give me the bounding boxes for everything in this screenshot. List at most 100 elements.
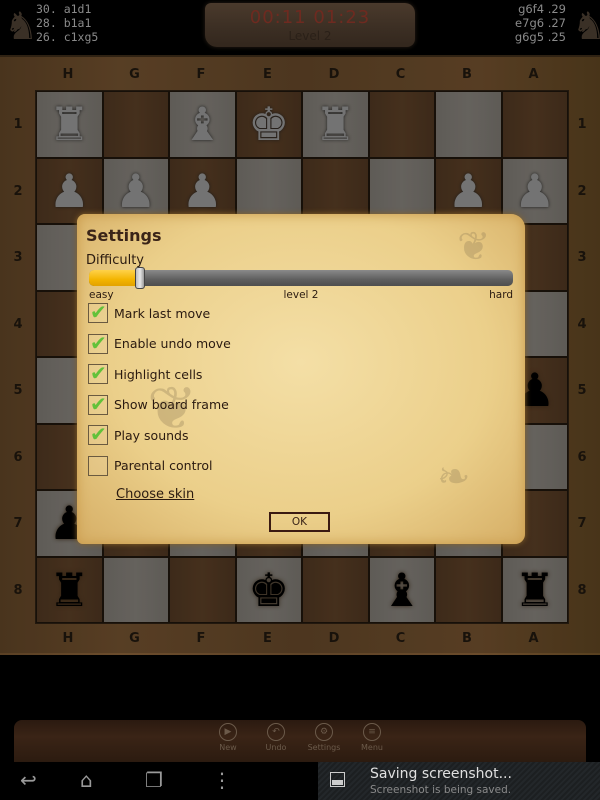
board-square[interactable] xyxy=(435,556,502,623)
menu-button[interactable]: ≡ Menu xyxy=(347,723,397,752)
move-entry: 30. a1d1 xyxy=(36,2,92,16)
checkmark-icon: ✔ xyxy=(90,422,107,446)
board-square[interactable] xyxy=(169,556,236,623)
settings-button[interactable]: ⚙ Settings xyxy=(299,723,349,752)
undo-button[interactable]: ↶ Undo xyxy=(251,723,301,752)
rank-label: 1 xyxy=(577,117,587,132)
button-label: Undo xyxy=(265,743,287,752)
file-label: C xyxy=(395,67,406,82)
back-icon[interactable]: ↩ xyxy=(20,770,37,790)
white-pawn-icon[interactable]: ♟ xyxy=(514,168,555,214)
board-square[interactable]: ♜ xyxy=(501,556,568,623)
board-square[interactable]: ♚ xyxy=(235,91,302,158)
board-square[interactable]: ♜ xyxy=(302,91,369,158)
floral-decoration-icon: ❧ xyxy=(437,454,471,500)
board-square[interactable]: ♜ xyxy=(36,556,103,623)
board-square[interactable]: ♝ xyxy=(368,556,435,623)
difficulty-slider[interactable] xyxy=(89,267,513,289)
move-entry: 28. b1a1 xyxy=(36,16,92,30)
white-bishop-icon[interactable]: ♝ xyxy=(182,101,223,147)
checkbox[interactable]: ✔ xyxy=(88,391,108,416)
setting-option[interactable]: ✔ Mark last move xyxy=(88,300,211,325)
setting-option[interactable]: Parental control xyxy=(88,454,212,478)
option-label: Highlight cells xyxy=(114,366,203,382)
black-rook-icon[interactable]: ♜ xyxy=(514,567,555,613)
rank-label: 1 xyxy=(13,117,23,132)
checkbox[interactable] xyxy=(88,455,108,476)
engine-move-list: g6f4 .29 e7g6 .27 g6g5 .25 xyxy=(515,2,566,44)
white-knight-icon: ♞ xyxy=(572,4,600,48)
white-pawn-icon[interactable]: ♟ xyxy=(115,168,156,214)
ok-button[interactable]: OK xyxy=(269,512,330,532)
notification-subtitle: Screenshot is being saved. xyxy=(370,784,512,796)
choose-skin-link[interactable]: Choose skin xyxy=(116,487,194,502)
game-timer: 00:11 01:23 xyxy=(249,7,371,28)
file-label: A xyxy=(528,67,539,82)
rank-label: 5 xyxy=(13,383,23,398)
setting-option[interactable]: ✔ Enable undo move xyxy=(88,331,231,356)
play-icon: ▶ xyxy=(219,723,237,741)
file-label: D xyxy=(328,631,340,646)
move-entry: g6f4 .29 xyxy=(518,2,566,16)
file-label: H xyxy=(62,67,74,82)
image-icon xyxy=(330,772,345,787)
board-square[interactable] xyxy=(302,556,369,623)
checkbox[interactable]: ✔ xyxy=(88,361,108,385)
checkmark-icon: ✔ xyxy=(90,300,107,324)
board-square[interactable] xyxy=(102,91,169,158)
overflow-menu-icon[interactable]: ⋮ xyxy=(212,770,232,790)
dialog-title: Settings xyxy=(86,226,162,245)
move-entry: g6g5 .25 xyxy=(514,30,566,44)
file-label: F xyxy=(196,67,206,82)
board-square[interactable]: ♝ xyxy=(169,91,236,158)
white-pawn-icon[interactable]: ♟ xyxy=(182,168,223,214)
option-label: Mark last move xyxy=(114,305,211,321)
board-square[interactable] xyxy=(435,91,502,158)
settings-dialog: ❦ ❧ ❦ Settings Difficulty easy level 2 h… xyxy=(77,214,525,544)
board-square[interactable] xyxy=(102,556,169,623)
option-label: Enable undo move xyxy=(114,336,231,351)
checkbox[interactable]: ✔ xyxy=(88,300,108,324)
setting-option[interactable]: ✔ Show board frame xyxy=(88,391,229,417)
new-game-button[interactable]: ▶ New xyxy=(203,723,253,752)
file-label: D xyxy=(328,67,340,82)
gear-icon: ⚙ xyxy=(315,723,333,741)
option-label: Show board frame xyxy=(114,397,229,412)
white-rook-icon[interactable]: ♜ xyxy=(49,101,90,147)
white-king-icon[interactable]: ♚ xyxy=(248,101,289,147)
rank-label: 4 xyxy=(577,316,587,332)
undo-icon: ↶ xyxy=(267,723,285,741)
board-square[interactable] xyxy=(368,91,435,158)
button-label: Menu xyxy=(361,743,383,752)
slider-fill xyxy=(89,270,140,286)
timer-plank: 00:11 01:23 Level 2 xyxy=(205,3,415,47)
setting-option[interactable]: ✔ Highlight cells xyxy=(88,361,203,386)
screenshot-notification[interactable]: Saving screenshot... Screenshot is being… xyxy=(318,762,600,800)
rank-label: 8 xyxy=(577,582,587,598)
board-square[interactable]: ♚ xyxy=(235,556,302,623)
top-bar: ♞ 30. a1d1 28. b1a1 26. c1xg5 00:11 01:2… xyxy=(0,0,600,55)
black-king-icon[interactable]: ♚ xyxy=(248,567,289,613)
white-rook-icon[interactable]: ♜ xyxy=(315,101,356,147)
white-pawn-icon[interactable]: ♟ xyxy=(448,168,489,214)
file-label: C xyxy=(395,631,406,646)
board-square[interactable]: ♜ xyxy=(36,91,103,158)
white-pawn-icon[interactable]: ♟ xyxy=(49,168,90,214)
black-knight-icon: ♞ xyxy=(4,4,39,48)
option-label: Play sounds xyxy=(114,427,189,443)
home-icon[interactable]: ⌂ xyxy=(80,770,93,790)
checkbox[interactable]: ✔ xyxy=(88,331,108,355)
rank-label: 6 xyxy=(577,449,587,465)
checkmark-icon: ✔ xyxy=(90,391,107,416)
setting-option[interactable]: ✔ Play sounds xyxy=(88,422,189,447)
recents-icon[interactable]: ❐ xyxy=(145,770,163,790)
slider-thumb[interactable] xyxy=(134,267,145,289)
file-label: E xyxy=(263,631,272,646)
checkbox[interactable]: ✔ xyxy=(88,422,108,446)
rank-label: 3 xyxy=(577,250,587,265)
file-label: A xyxy=(528,631,539,646)
black-rook-icon[interactable]: ♜ xyxy=(49,567,90,613)
board-square[interactable] xyxy=(501,91,568,158)
file-label: G xyxy=(129,67,140,82)
black-bishop-icon[interactable]: ♝ xyxy=(381,567,422,613)
